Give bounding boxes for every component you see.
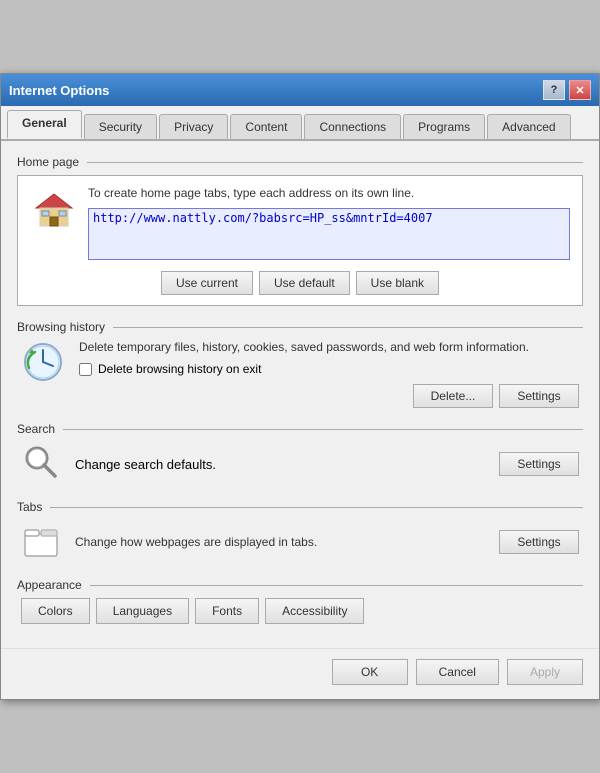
tabs-settings-button[interactable]: Settings: [499, 530, 579, 554]
tab-privacy[interactable]: Privacy: [159, 114, 228, 139]
search-svg: [21, 442, 61, 482]
tab-security[interactable]: Security: [84, 114, 157, 139]
clock-icon: [21, 340, 69, 388]
internet-options-dialog: Internet Options ? ✕ General Security Pr…: [0, 73, 600, 700]
tab-general[interactable]: General: [7, 110, 82, 139]
colors-button[interactable]: Colors: [21, 598, 90, 624]
browsing-history-section: Browsing history Delete tempor: [17, 320, 583, 408]
use-current-button[interactable]: Use current: [161, 271, 253, 295]
home-page-description: To create home page tabs, type each addr…: [88, 186, 570, 200]
apply-button[interactable]: Apply: [507, 659, 583, 685]
tabs-icon: [21, 520, 65, 564]
delete-button[interactable]: Delete...: [413, 384, 493, 408]
home-page-label: Home page: [17, 155, 583, 169]
tabs-description: Change how webpages are displayed in tab…: [75, 535, 489, 549]
tab-connections[interactable]: Connections: [304, 114, 401, 139]
browsing-history-content: Delete temporary files, history, cookies…: [79, 340, 579, 408]
tabs-config-label: Tabs: [17, 500, 583, 514]
appearance-buttons: Colors Languages Fonts Accessibility: [17, 598, 583, 624]
tab-content[interactable]: Content: [230, 114, 302, 139]
window-title: Internet Options: [9, 83, 109, 98]
appearance-section: Appearance Colors Languages Fonts Access…: [17, 578, 583, 624]
use-blank-button[interactable]: Use blank: [356, 271, 439, 295]
home-page-buttons: Use current Use default Use blank: [30, 271, 570, 295]
browsing-history-buttons: Delete... Settings: [79, 384, 579, 408]
accessibility-button[interactable]: Accessibility: [265, 598, 364, 624]
search-label: Search: [17, 422, 583, 436]
tabs-inner: Change how webpages are displayed in tab…: [17, 520, 583, 564]
main-content: Home page: [1, 141, 599, 648]
browsing-history-label: Browsing history: [17, 320, 583, 334]
ok-button[interactable]: OK: [332, 659, 408, 685]
title-bar: Internet Options ? ✕: [1, 74, 599, 106]
close-button[interactable]: ✕: [569, 80, 591, 100]
tabs-config-section: Tabs Change how webpages are displayed i…: [17, 500, 583, 564]
search-settings-button[interactable]: Settings: [499, 452, 579, 476]
tab-advanced[interactable]: Advanced: [487, 114, 570, 139]
search-inner: Change search defaults. Settings: [17, 442, 583, 486]
fonts-button[interactable]: Fonts: [195, 598, 259, 624]
home-page-section: Home page: [17, 155, 583, 306]
search-section: Search Change search defaults. Settings: [17, 422, 583, 486]
delete-on-exit-row: Delete browsing history on exit: [79, 362, 579, 376]
cancel-button[interactable]: Cancel: [416, 659, 499, 685]
appearance-label: Appearance: [17, 578, 583, 592]
delete-on-exit-label: Delete browsing history on exit: [98, 362, 261, 376]
delete-on-exit-checkbox[interactable]: [79, 363, 92, 376]
house-svg: [32, 188, 76, 232]
help-button[interactable]: ?: [543, 80, 565, 100]
home-page-box: To create home page tabs, type each addr…: [17, 175, 583, 306]
home-page-inner: To create home page tabs, type each addr…: [30, 186, 570, 263]
languages-button[interactable]: Languages: [96, 598, 189, 624]
use-default-button[interactable]: Use default: [259, 271, 350, 295]
tab-bar: General Security Privacy Content Connect…: [1, 106, 599, 141]
clock-svg: [21, 340, 65, 384]
home-page-right: To create home page tabs, type each addr…: [88, 186, 570, 263]
browsing-settings-button[interactable]: Settings: [499, 384, 579, 408]
browsing-history-inner: Delete temporary files, history, cookies…: [17, 340, 583, 408]
browsing-history-description: Delete temporary files, history, cookies…: [79, 340, 579, 354]
bottom-bar: OK Cancel Apply: [1, 648, 599, 699]
title-bar-controls: ? ✕: [543, 80, 591, 100]
home-page-url-input[interactable]: http://www.nattly.com/?babsrc=HP_ss&mntr…: [88, 208, 570, 260]
search-description: Change search defaults.: [75, 457, 489, 472]
home-icon: [30, 186, 78, 234]
tab-programs[interactable]: Programs: [403, 114, 485, 139]
search-icon: [21, 442, 65, 486]
tabs-svg: [21, 520, 61, 560]
